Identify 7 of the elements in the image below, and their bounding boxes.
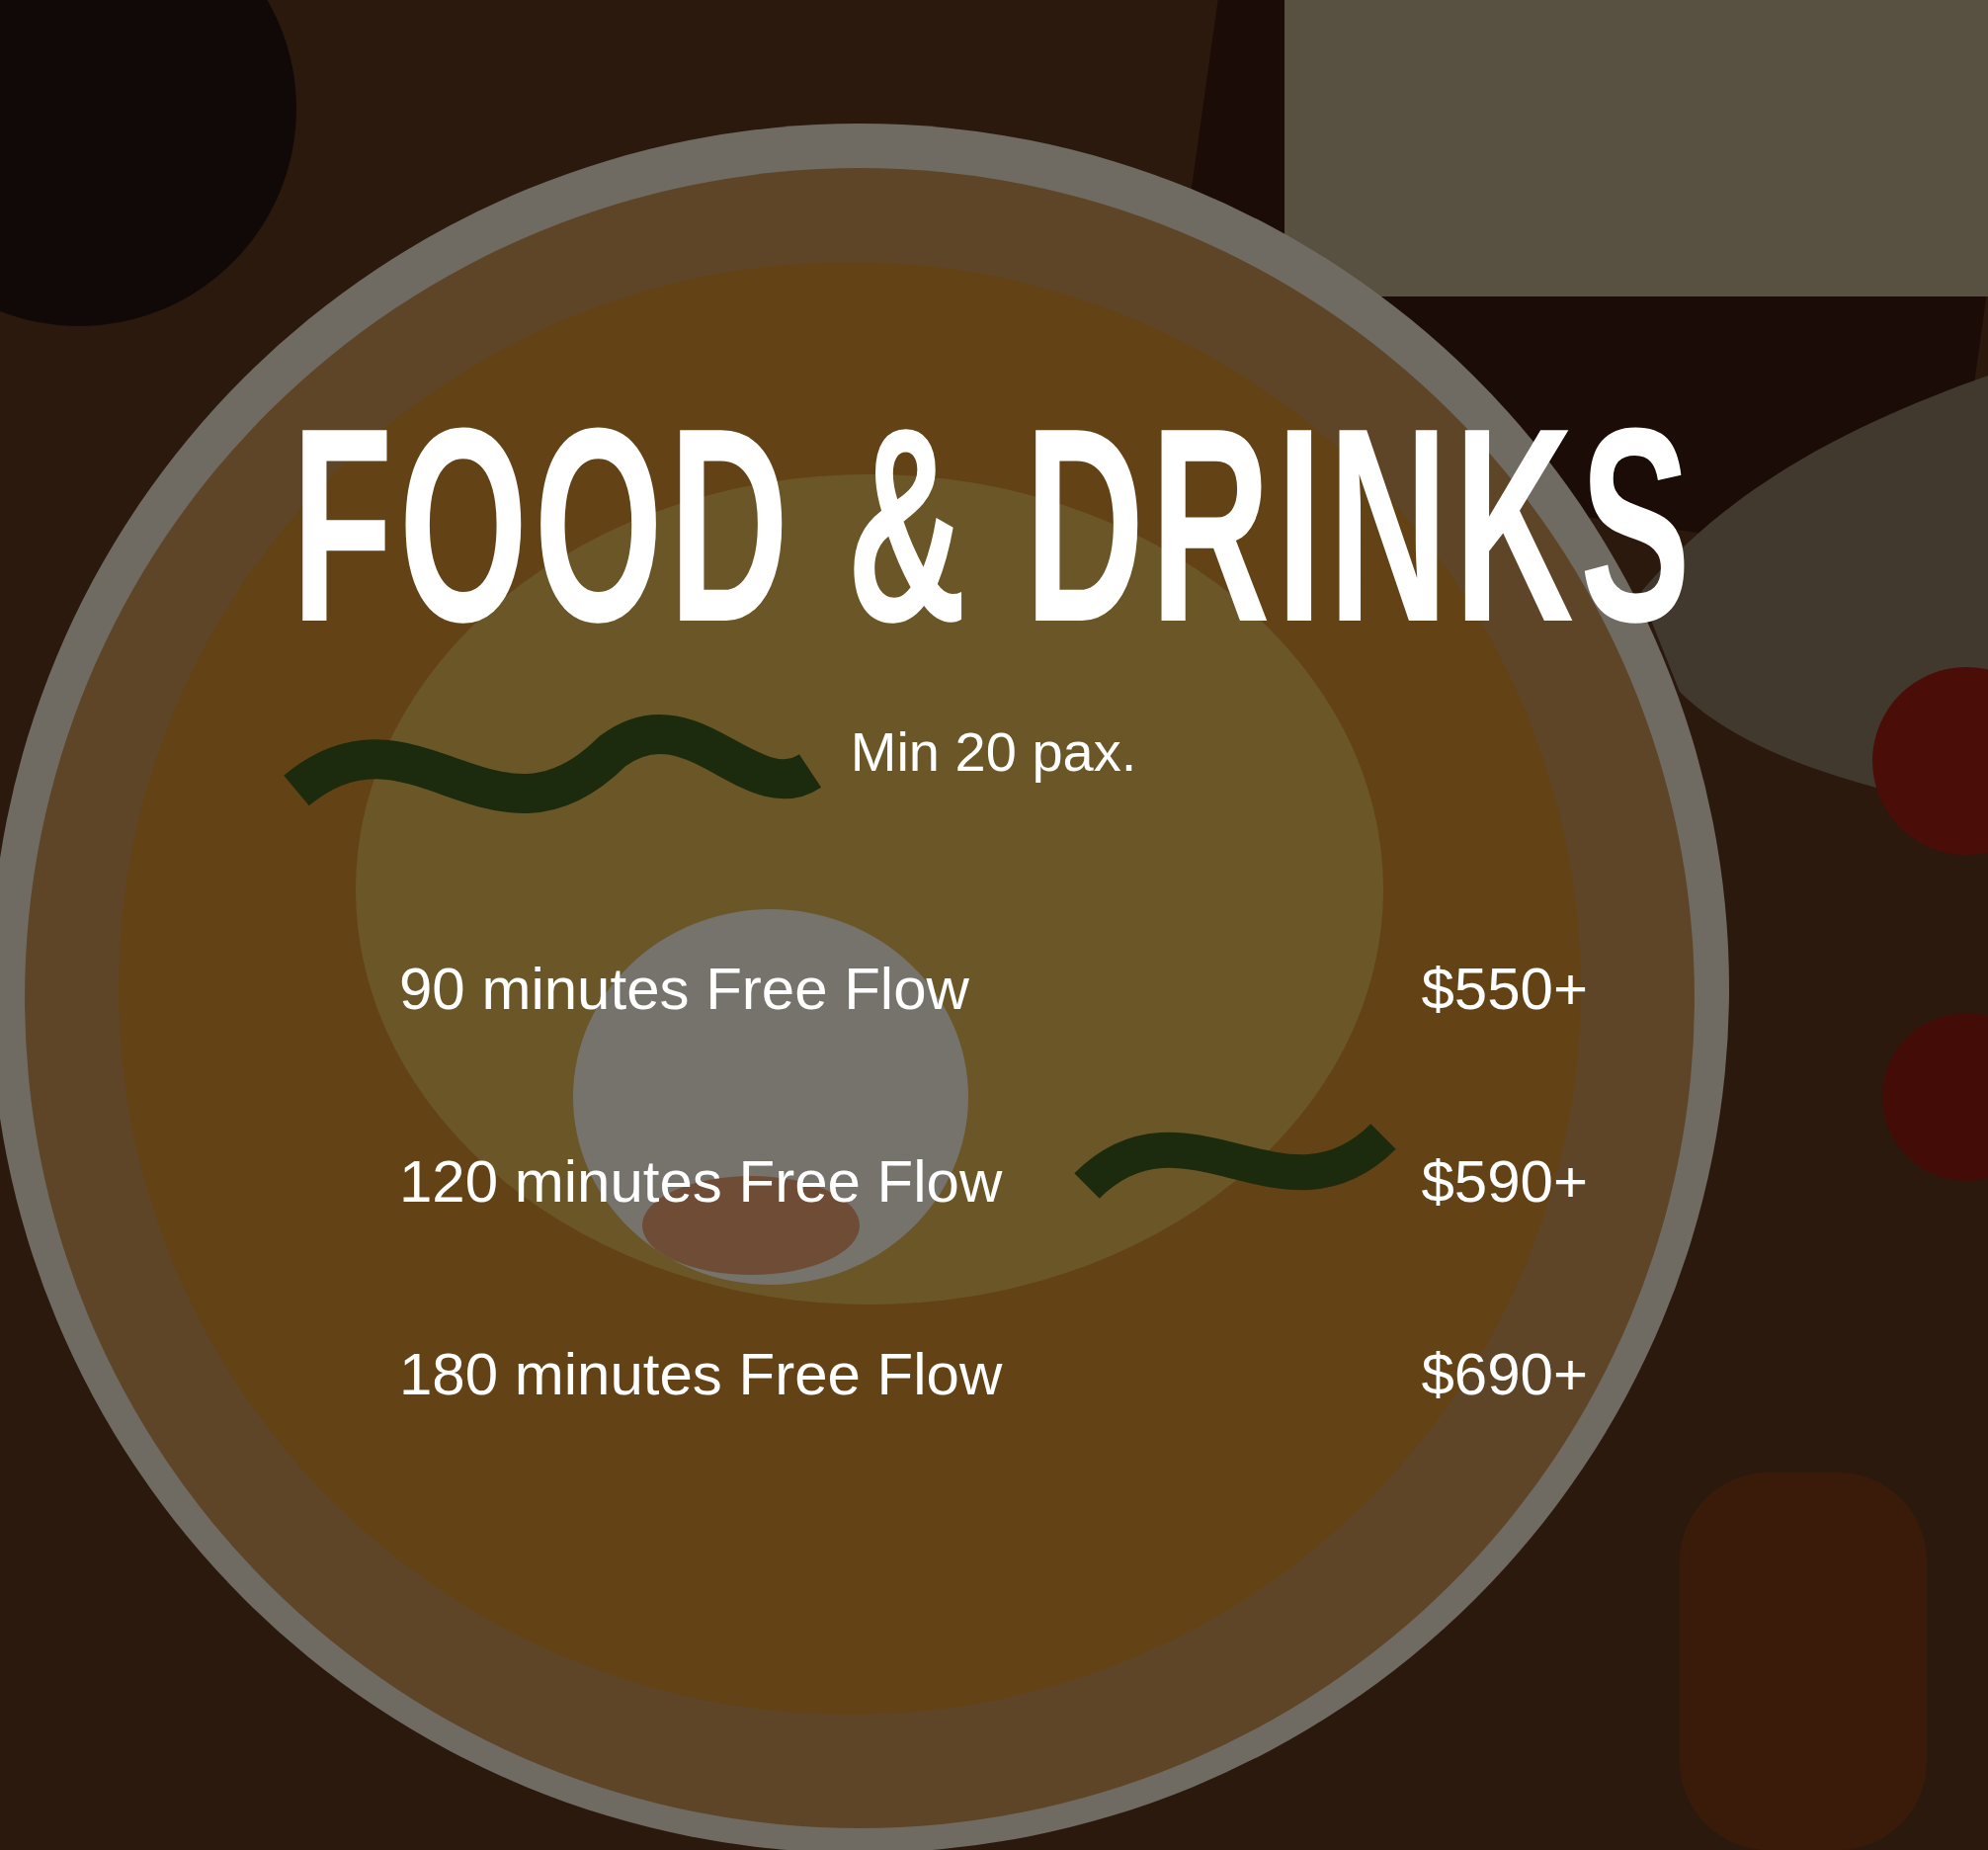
package-price: $550+ — [1421, 960, 1588, 1019]
package-name: 90 minutes Free Flow — [399, 960, 969, 1019]
package-name: 180 minutes Free Flow — [399, 1345, 1003, 1404]
title: FOOD & DRINKS — [290, 386, 1697, 663]
package-price: $690+ — [1421, 1345, 1588, 1404]
package-name: 120 minutes Free Flow — [399, 1152, 1003, 1212]
package-price: $590+ — [1421, 1152, 1588, 1212]
